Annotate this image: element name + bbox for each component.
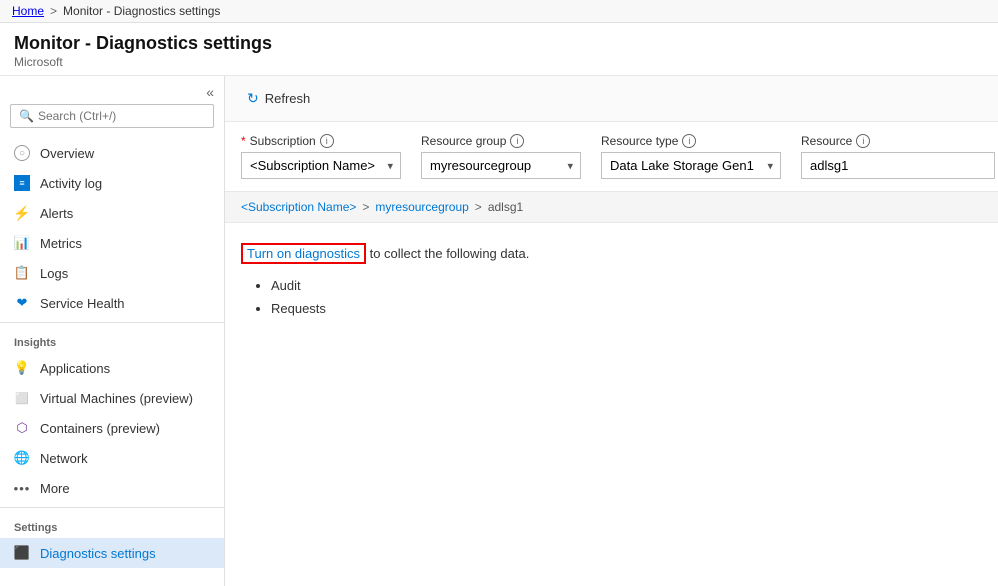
sidebar-label-alerts: Alerts (40, 206, 73, 221)
subscription-label: * Subscription i (241, 134, 401, 148)
diagnostics-message: Turn on diagnostics to collect the follo… (241, 243, 982, 264)
activity-log-icon: ≡ (14, 175, 30, 191)
content-breadcrumb: <Subscription Name> > myresourcegroup > … (225, 192, 998, 223)
sidebar-item-virtual-machines[interactable]: ⬜ Virtual Machines (preview) (0, 383, 224, 413)
sidebar-item-network[interactable]: 🌐 Network (0, 443, 224, 473)
main-layout: « 🔍 ○ Overview ≡ Activity log ⚡ Alerts 📊… (0, 76, 998, 586)
resource-type-select-wrapper: Data Lake Storage Gen1 (601, 152, 781, 179)
breadcrumb-home[interactable]: Home (12, 4, 44, 18)
sidebar-item-containers[interactable]: ⬡ Containers (preview) (0, 413, 224, 443)
insights-section-label: Insights (0, 327, 224, 353)
sidebar-divider-1 (0, 322, 224, 323)
content-area: ↻ Refresh * Subscription i <Subscription… (225, 76, 998, 586)
sidebar-label-diagnostics-settings: Diagnostics settings (40, 546, 156, 561)
sidebar-label-containers: Containers (preview) (40, 421, 160, 436)
metrics-icon: 📊 (14, 235, 30, 251)
resource-input[interactable] (801, 152, 995, 179)
sidebar-item-metrics[interactable]: 📊 Metrics (0, 228, 224, 258)
virtual-machines-icon: ⬜ (14, 390, 30, 406)
containers-icon: ⬡ (14, 420, 30, 436)
sidebar-item-applications[interactable]: 💡 Applications (0, 353, 224, 383)
subscription-select-wrapper: <Subscription Name> (241, 152, 401, 179)
resource-group-select-wrapper: myresourcegroup (421, 152, 581, 179)
breadcrumb-sep1: > (50, 4, 57, 18)
resource-group-filter-group: Resource group i myresourcegroup (421, 134, 581, 179)
diagnostics-settings-icon: ⬛ (14, 545, 30, 561)
content-breadcrumb-sep1: > (362, 200, 369, 214)
sidebar-label-applications: Applications (40, 361, 110, 376)
sidebar-label-overview: Overview (40, 146, 94, 161)
sidebar-item-overview[interactable]: ○ Overview (0, 138, 224, 168)
sidebar-divider-2 (0, 507, 224, 508)
service-health-icon: ❤ (14, 295, 30, 311)
resource-type-info-icon[interactable]: i (682, 134, 696, 148)
diagnostics-body: Turn on diagnostics to collect the follo… (225, 223, 998, 341)
content-breadcrumb-subscription[interactable]: <Subscription Name> (241, 200, 356, 214)
subscription-filter-group: * Subscription i <Subscription Name> (241, 134, 401, 179)
collapse-icon[interactable]: « (206, 84, 214, 100)
sidebar-label-activity-log: Activity log (40, 176, 102, 191)
refresh-label: Refresh (265, 91, 311, 106)
settings-section-label: Settings (0, 512, 224, 538)
sidebar-label-service-health: Service Health (40, 296, 125, 311)
content-breadcrumb-sep2: > (475, 200, 482, 214)
search-input[interactable] (38, 109, 205, 123)
sidebar-label-metrics: Metrics (40, 236, 82, 251)
resource-group-label: Resource group i (421, 134, 581, 148)
sidebar-label-more: More (40, 481, 70, 496)
resource-type-label: Resource type i (601, 134, 781, 148)
required-star: * (241, 134, 246, 148)
diagnostics-bullet-list: Audit Requests (271, 274, 982, 321)
bullet-item-requests: Requests (271, 297, 982, 320)
overview-icon: ○ (14, 145, 30, 161)
alerts-icon: ⚡ (14, 205, 30, 221)
sidebar-label-logs: Logs (40, 266, 68, 281)
resource-label: Resource i (801, 134, 995, 148)
sidebar-label-network: Network (40, 451, 88, 466)
page-title: Monitor - Diagnostics settings (14, 33, 984, 54)
sidebar-item-service-health[interactable]: ❤ Service Health (0, 288, 224, 318)
sidebar: « 🔍 ○ Overview ≡ Activity log ⚡ Alerts 📊… (0, 76, 225, 586)
filter-row: * Subscription i <Subscription Name> Res… (225, 122, 998, 192)
sidebar-item-diagnostics-settings[interactable]: ⬛ Diagnostics settings (0, 538, 224, 568)
sidebar-item-alerts[interactable]: ⚡ Alerts (0, 198, 224, 228)
resource-group-select[interactable]: myresourcegroup (421, 152, 581, 179)
turn-on-diagnostics-link[interactable]: Turn on diagnostics (241, 243, 366, 264)
page-subtitle: Microsoft (14, 55, 984, 69)
resource-group-info-icon[interactable]: i (510, 134, 524, 148)
refresh-button[interactable]: ↻ Refresh (241, 86, 316, 111)
subscription-select[interactable]: <Subscription Name> (241, 152, 401, 179)
sidebar-item-activity-log[interactable]: ≡ Activity log (0, 168, 224, 198)
resource-info-icon[interactable]: i (856, 134, 870, 148)
resource-filter-group: Resource i (801, 134, 995, 179)
toolbar: ↻ Refresh (225, 76, 998, 122)
collapse-button-area[interactable]: « (0, 76, 224, 104)
subscription-info-icon[interactable]: i (320, 134, 334, 148)
logs-icon: 📋 (14, 265, 30, 281)
more-icon: ••• (14, 480, 30, 496)
resource-type-filter-group: Resource type i Data Lake Storage Gen1 (601, 134, 781, 179)
sidebar-item-more[interactable]: ••• More (0, 473, 224, 503)
applications-icon: 💡 (14, 360, 30, 376)
page-header: Monitor - Diagnostics settings Microsoft (0, 23, 998, 76)
bullet-item-audit: Audit (271, 274, 982, 297)
network-icon: 🌐 (14, 450, 30, 466)
content-breadcrumb-resource: adlsg1 (488, 200, 523, 214)
sidebar-item-logs[interactable]: 📋 Logs (0, 258, 224, 288)
top-breadcrumb: Home > Monitor - Diagnostics settings (0, 0, 998, 23)
content-breadcrumb-resource-group[interactable]: myresourcegroup (375, 200, 468, 214)
resource-type-select[interactable]: Data Lake Storage Gen1 (601, 152, 781, 179)
refresh-icon: ↻ (247, 90, 259, 107)
search-box[interactable]: 🔍 (10, 104, 214, 128)
breadcrumb-current: Monitor - Diagnostics settings (63, 4, 220, 18)
sidebar-label-virtual-machines: Virtual Machines (preview) (40, 391, 193, 406)
search-icon: 🔍 (19, 109, 34, 123)
